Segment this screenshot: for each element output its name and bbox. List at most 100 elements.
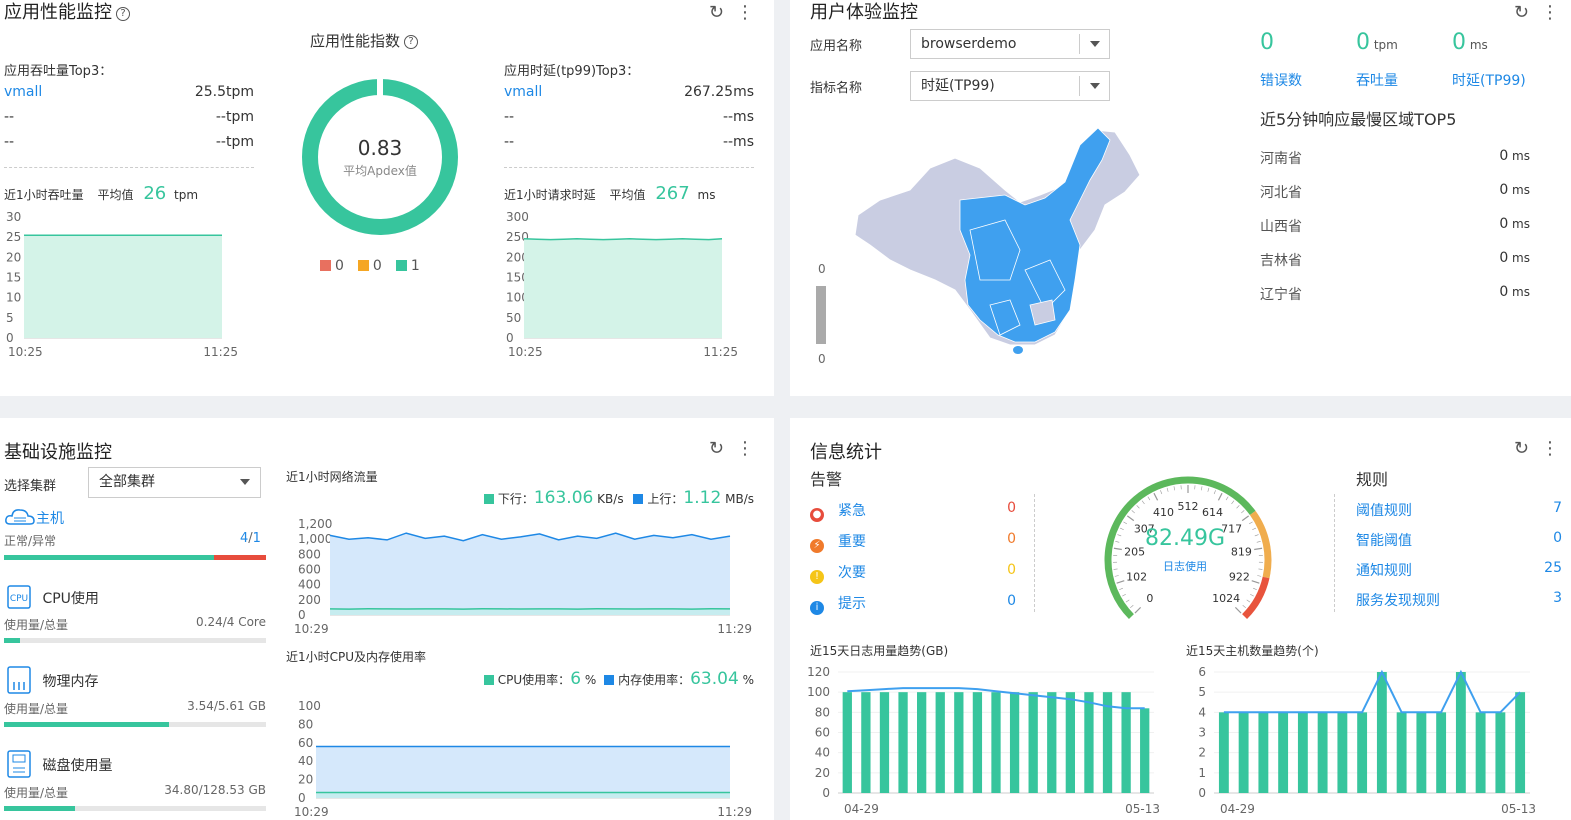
rule-label[interactable]: 通知规则 [1356, 563, 1412, 579]
refresh-icon[interactable]: ↻ [1514, 438, 1529, 459]
top3-name: -- [504, 134, 515, 150]
apdex-legend-item[interactable]: 0 [357, 258, 382, 274]
refresh-icon[interactable]: ↻ [709, 438, 724, 459]
chevron-down-icon[interactable] [1079, 34, 1109, 54]
help-icon[interactable]: ? [404, 35, 419, 49]
bar[interactable] [1297, 712, 1308, 793]
bar[interactable] [1084, 692, 1094, 793]
bar[interactable] [1218, 712, 1229, 793]
bar[interactable] [1436, 712, 1447, 793]
bar[interactable] [1028, 692, 1038, 793]
rules-title: 规则 [1356, 470, 1389, 489]
app-name-value: browserdemo [921, 36, 1017, 52]
help-icon[interactable]: ? [116, 7, 130, 21]
alert-row[interactable]: i 提示 0 [810, 593, 1016, 615]
alert-label[interactable]: 次要 [838, 565, 866, 581]
network-legend: 下行：163.06 KB/s 上行：1.12 MB/s [483, 488, 754, 508]
gauge-tick [1113, 568, 1118, 570]
bar[interactable] [1376, 672, 1387, 793]
host-bar [4, 555, 266, 560]
bar[interactable] [1009, 692, 1020, 793]
gauge-tick [1241, 515, 1250, 522]
gauge-tick [1253, 587, 1257, 591]
alert-row[interactable]: ⚡ 重要 0 [810, 531, 1016, 553]
apdex-legend-item[interactable]: 0 [320, 258, 344, 274]
top5-value: 0 ms [1499, 216, 1530, 232]
gauge-tick [1117, 534, 1122, 537]
more-icon[interactable]: ⋮ [1541, 438, 1559, 459]
host-abnormal: 1 [252, 531, 261, 546]
chevron-down-icon[interactable] [230, 472, 260, 492]
bar[interactable] [972, 692, 983, 793]
alert-row[interactable]: ● 紧急 0 [810, 500, 1016, 522]
refresh-icon[interactable]: ↻ [1514, 2, 1529, 23]
bar[interactable] [1258, 712, 1269, 793]
alert-label[interactable]: 紧急 [838, 503, 866, 519]
mem-rate-label: 内存使用率： [618, 673, 691, 687]
bar[interactable] [1317, 712, 1328, 793]
top3-name[interactable]: vmall [504, 84, 542, 100]
bar[interactable] [842, 692, 852, 793]
stat-label[interactable]: 错误数 [1260, 70, 1302, 90]
bar[interactable] [879, 692, 890, 793]
top3-name[interactable]: vmall [4, 84, 42, 100]
host-row[interactable]: 主机 [4, 506, 64, 528]
more-icon[interactable]: ⋮ [1541, 2, 1559, 23]
bar[interactable] [1515, 692, 1526, 793]
alert-label[interactable]: 重要 [838, 534, 866, 550]
apdex-legend-item[interactable]: 1 [395, 258, 420, 274]
rule-row[interactable]: 智能阈值 0 [1356, 530, 1562, 550]
rule-row[interactable]: 服务发现规则 3 [1356, 590, 1562, 610]
cluster-select[interactable]: 全部集群 [88, 467, 261, 498]
top5-unit: ms [1508, 285, 1530, 299]
stat-label[interactable]: 吞吐量 [1356, 70, 1398, 90]
alert-label[interactable]: 提示 [838, 596, 866, 612]
bar[interactable] [1396, 712, 1407, 793]
bar[interactable] [1495, 712, 1506, 793]
y-tick-label: 6 [1198, 665, 1206, 679]
metric-select[interactable]: 时延(TP99) [910, 71, 1110, 101]
gauge-tick [1123, 521, 1128, 525]
bar[interactable] [954, 692, 964, 793]
bar[interactable] [1140, 708, 1150, 793]
bar[interactable] [898, 692, 908, 793]
bar[interactable] [917, 692, 927, 793]
gauge-tick [1166, 487, 1169, 492]
rule-label[interactable]: 阈值规则 [1356, 503, 1412, 519]
rule-count[interactable]: 7 [1553, 500, 1562, 516]
bar[interactable] [1416, 712, 1427, 793]
app-name-select[interactable]: browserdemo [910, 29, 1110, 59]
info-title: 信息统计 [810, 442, 882, 463]
rule-count[interactable]: 3 [1553, 590, 1562, 606]
alert-row[interactable]: ! 次要 0 [810, 562, 1016, 584]
refresh-icon[interactable]: ↻ [709, 2, 724, 23]
bar[interactable] [1238, 712, 1249, 793]
host-label[interactable]: 主机 [36, 511, 64, 527]
more-icon[interactable]: ⋮ [736, 2, 754, 23]
chevron-down-icon[interactable] [1079, 76, 1109, 96]
bar[interactable] [1455, 672, 1466, 793]
more-icon[interactable]: ⋮ [736, 438, 754, 459]
gauge-tick [1254, 547, 1263, 551]
bar[interactable] [861, 692, 871, 793]
bar[interactable] [935, 692, 945, 793]
bar[interactable] [1047, 692, 1057, 793]
top5-value: 0 ms [1499, 182, 1530, 198]
rule-row[interactable]: 阈值规则 7 [1356, 500, 1562, 520]
bar[interactable] [991, 692, 1001, 793]
rule-row[interactable]: 通知规则 25 [1356, 560, 1562, 580]
bar[interactable] [1065, 692, 1075, 793]
rule-count[interactable]: 0 [1553, 530, 1562, 546]
rule-label[interactable]: 智能阈值 [1356, 533, 1412, 549]
bar[interactable] [1475, 712, 1486, 793]
stat-label[interactable]: 时延(TP99) [1452, 70, 1526, 90]
bar[interactable] [1278, 712, 1289, 793]
bar[interactable] [1357, 712, 1368, 793]
gauge-tick [1241, 510, 1245, 514]
gauge-tick [1116, 580, 1125, 584]
y-tick-label: 5 [6, 311, 14, 325]
y-tick-label: 80 [298, 717, 313, 731]
bar[interactable] [1337, 712, 1348, 793]
rule-label[interactable]: 服务发现规则 [1356, 593, 1440, 609]
rule-count[interactable]: 25 [1544, 560, 1562, 576]
